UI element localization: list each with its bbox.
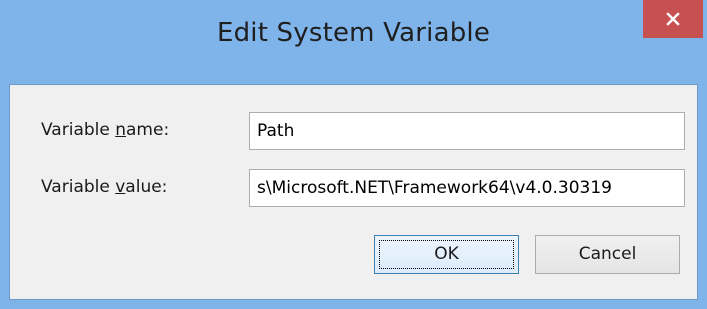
title-bar[interactable]: Edit System Variable <box>0 0 707 84</box>
dialog-title: Edit System Variable <box>216 18 491 48</box>
variable-name-label: Variable name: <box>41 120 170 140</box>
ok-button-label: OK <box>434 244 459 264</box>
cancel-button[interactable]: Cancel <box>535 235 680 274</box>
variable-name-input[interactable]: Path <box>249 112 685 150</box>
close-icon <box>666 12 680 26</box>
edit-system-variable-dialog: Edit System Variable Variable name: Path… <box>0 0 707 309</box>
cancel-button-label: Cancel <box>578 244 637 264</box>
variable-value-label: Variable value: <box>41 177 168 197</box>
ok-button[interactable]: OK <box>374 235 519 274</box>
variable-value-input[interactable]: s\Microsoft.NET\Framework64\v4.0.30319 <box>249 169 685 207</box>
dialog-client-area: Variable name: Path Variable value: s\Mi… <box>9 84 698 300</box>
close-button[interactable] <box>643 0 703 38</box>
